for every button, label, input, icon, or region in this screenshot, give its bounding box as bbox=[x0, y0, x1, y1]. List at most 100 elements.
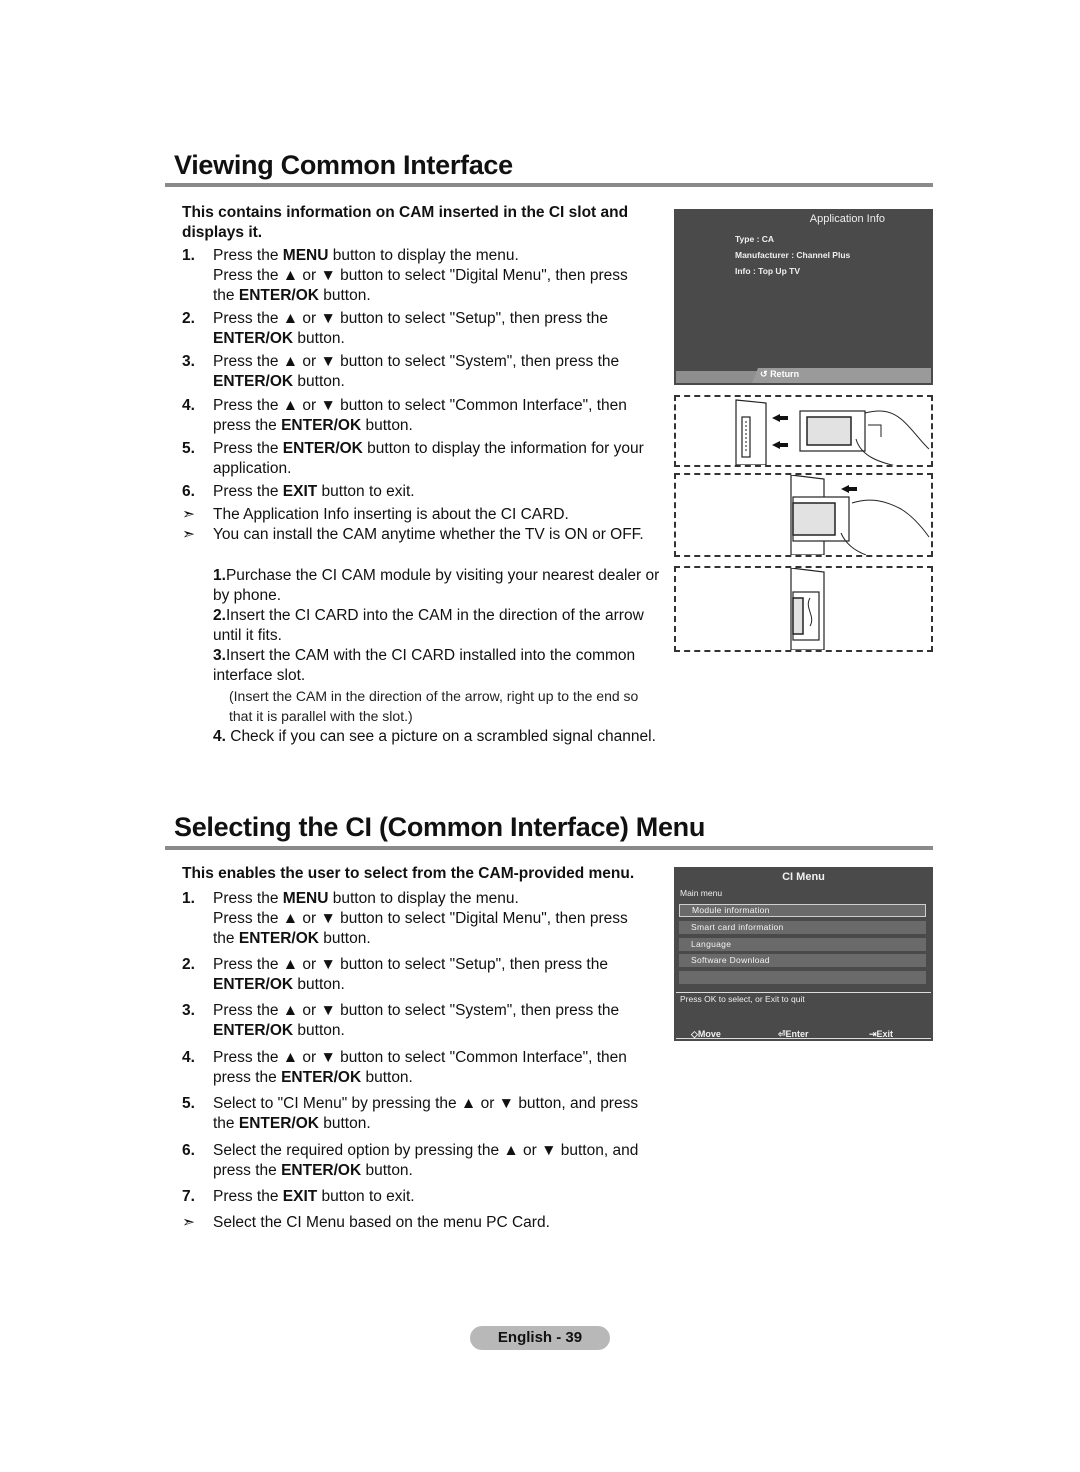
menu-item-software-download[interactable]: Software Download bbox=[679, 954, 926, 967]
application-info-panel: Application Info Type : CA Manufacturer … bbox=[674, 209, 933, 385]
substep-number: 2. bbox=[213, 607, 226, 624]
button-name: ENTER/OK bbox=[238, 1115, 319, 1132]
note-text: The Application Info inserting is about … bbox=[213, 506, 569, 523]
s2-note: ➣ Select the CI Menu based on the menu P… bbox=[182, 1213, 652, 1233]
step-text: button to display the menu. bbox=[328, 890, 519, 907]
step-text: Press the ▲ or ▼ button to select "Commo… bbox=[213, 1049, 627, 1086]
s1-note-1: ➣ The Application Info inserting is abou… bbox=[182, 505, 652, 525]
step-number: 2. bbox=[182, 310, 195, 327]
step-text: Select the required option by pressing t… bbox=[213, 1142, 639, 1179]
page-number-badge: English - 39 bbox=[470, 1326, 610, 1350]
button-name: EXIT bbox=[282, 483, 318, 500]
substep-text: Check if you can see a picture on a scra… bbox=[225, 728, 656, 745]
button-name: ENTER/OK bbox=[213, 330, 294, 347]
section2-title: Selecting the CI (Common Interface) Menu bbox=[174, 812, 706, 842]
button-name: EXIT bbox=[282, 1188, 318, 1205]
s1-substep-1: 1.Purchase the CI CAM module by visiting… bbox=[213, 566, 663, 606]
panel-title: CI Menu bbox=[782, 871, 825, 883]
s2-step-4: 4. Press the ▲ or ▼ button to select "Co… bbox=[182, 1048, 652, 1088]
s2-step-5: 5. Select to "CI Menu" by pressing the ▲… bbox=[182, 1094, 652, 1134]
step-number: 6. bbox=[182, 1142, 195, 1159]
step-text: button. bbox=[293, 1022, 345, 1039]
button-name: ENTER/OK bbox=[282, 440, 363, 457]
step-number: 3. bbox=[182, 353, 195, 370]
return-icon: ↺ bbox=[760, 369, 768, 379]
step-text: Press the bbox=[213, 1188, 283, 1205]
panel-footer: ↺ Return bbox=[676, 368, 931, 383]
ci-card-insertion-illustration bbox=[735, 399, 930, 468]
note-arrow-icon: ➣ bbox=[182, 526, 195, 543]
note-text: You can install the CAM anytime whether … bbox=[213, 526, 644, 543]
illustration-insert-card bbox=[674, 395, 933, 468]
menu-item-smart-card-information[interactable]: Smart card information bbox=[679, 921, 926, 934]
button-name: ENTER/OK bbox=[281, 1069, 362, 1086]
step-text: Press the bbox=[213, 440, 283, 457]
button-name: MENU bbox=[282, 247, 329, 264]
illustration-cam-inserted bbox=[674, 566, 933, 652]
s2-step-3: 3. Press the ▲ or ▼ button to select "Sy… bbox=[182, 1001, 652, 1041]
step-text: button to display the menu. bbox=[328, 247, 519, 264]
s2-step-7: 7. Press the EXIT button to exit. bbox=[182, 1187, 652, 1207]
step-number: 2. bbox=[182, 956, 195, 973]
section2-intro: This enables the user to select from the… bbox=[182, 865, 635, 882]
step-text: button to exit. bbox=[317, 483, 415, 500]
step-text: button to exit. bbox=[317, 1188, 415, 1205]
s1-step-6: 6. Press the EXIT button to exit. bbox=[182, 482, 652, 502]
step-number: 6. bbox=[182, 483, 195, 500]
note-arrow-icon: ➣ bbox=[182, 506, 195, 523]
s2-step-2: 2. Press the ▲ or ▼ button to select "Se… bbox=[182, 955, 652, 995]
s1-step-1: 1. Press the MENU button to display the … bbox=[182, 246, 652, 306]
step-text: button. bbox=[361, 417, 413, 434]
step-text: Press the ▲ or ▼ button to select "Setup… bbox=[213, 956, 608, 973]
s1-step-2: 2. Press the ▲ or ▼ button to select "Se… bbox=[182, 309, 652, 349]
step-text: button. bbox=[293, 330, 345, 347]
substep-number: 1. bbox=[213, 567, 226, 584]
step-number: 4. bbox=[182, 1049, 195, 1066]
s2-step-6: 6. Select the required option by pressin… bbox=[182, 1141, 652, 1181]
step-number: 5. bbox=[182, 1095, 195, 1112]
s2-step-1: 1. Press the MENU button to display the … bbox=[182, 889, 652, 949]
step-number: 5. bbox=[182, 440, 195, 457]
s1-step-4: 4. Press the ▲ or ▼ button to select "Co… bbox=[182, 396, 652, 436]
step-text: Press the ▲ or ▼ button to select "Setup… bbox=[213, 310, 608, 327]
menu-item-language[interactable]: Language bbox=[679, 938, 926, 951]
step-number: 1. bbox=[182, 247, 195, 264]
note-arrow-icon: ➣ bbox=[182, 1214, 195, 1231]
step-text: Press the ▲ or ▼ button to select "Syste… bbox=[213, 353, 620, 370]
note-text: Select the CI Menu based on the menu PC … bbox=[213, 1214, 550, 1231]
menu-item-empty[interactable] bbox=[679, 971, 926, 984]
substep-number: 3. bbox=[213, 647, 226, 664]
s1-substep-4: 4. Check if you can see a picture on a s… bbox=[213, 727, 663, 747]
step-text: button. bbox=[361, 1162, 413, 1179]
step-text: Press the ▲ or ▼ button to select "Syste… bbox=[213, 1002, 620, 1019]
footer-line bbox=[676, 1038, 931, 1039]
info-info: Info : Top Up TV bbox=[735, 266, 800, 276]
step-text: button. bbox=[318, 287, 371, 304]
step-number: 1. bbox=[182, 890, 195, 907]
s1-substep-3-note: (Insert the CAM in the direction of the … bbox=[229, 688, 639, 724]
s1-step-5: 5. Press the ENTER/OK button to display … bbox=[182, 439, 652, 479]
button-name: ENTER/OK bbox=[213, 976, 294, 993]
s1-substep-2: 2.Insert the CI CARD into the CAM in the… bbox=[213, 606, 663, 646]
return-label: Return bbox=[770, 369, 800, 379]
step-text: Press the ▲ or ▼ button to select "Commo… bbox=[213, 397, 627, 434]
menu-item-module-information[interactable]: Module information bbox=[679, 904, 926, 917]
button-name: ENTER/OK bbox=[213, 1022, 294, 1039]
s1-substep-3: 3.Insert the CAM with the CI CARD instal… bbox=[213, 646, 663, 686]
substep-text: Insert the CAM with the CI CARD installe… bbox=[213, 647, 636, 684]
step-text: button. bbox=[318, 1115, 371, 1132]
cam-inserted-illustration bbox=[790, 567, 825, 651]
step-text: Press the bbox=[213, 890, 283, 907]
button-name: ENTER/OK bbox=[238, 287, 319, 304]
section1-title: Viewing Common Interface bbox=[174, 150, 513, 180]
divider bbox=[676, 992, 931, 993]
help-hint: Press OK to select, or Exit to quit bbox=[680, 994, 805, 1004]
step-text: button. bbox=[293, 373, 345, 390]
section2-rule bbox=[165, 846, 933, 850]
step-number: 4. bbox=[182, 397, 195, 414]
substep-text: Insert the CI CARD into the CAM in the d… bbox=[213, 607, 644, 644]
ci-menu-panel: CI Menu Main menu Module information Sma… bbox=[674, 867, 933, 1041]
section1-intro: This contains information on CAM inserte… bbox=[182, 204, 629, 241]
s1-step-3: 3. Press the ▲ or ▼ button to select "Sy… bbox=[182, 352, 652, 392]
return-button[interactable]: ↺ Return bbox=[760, 369, 799, 380]
